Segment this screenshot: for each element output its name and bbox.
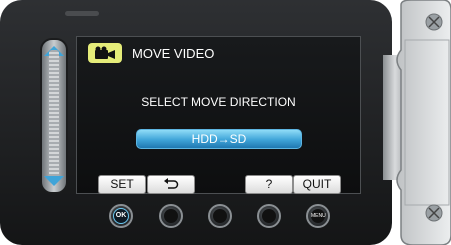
help-softkey[interactable]: ?	[245, 175, 293, 194]
hardware-button-3[interactable]	[208, 204, 232, 228]
lcd-hinge	[383, 0, 451, 245]
ok-button[interactable]: OK	[109, 204, 133, 228]
set-softkey[interactable]: SET	[98, 175, 146, 194]
hardware-button-2[interactable]	[159, 204, 183, 228]
lcd-screen: MOVE VIDEO SELECT MOVE DIRECTION HDD→SD	[76, 36, 361, 194]
touch-slider[interactable]	[40, 38, 68, 194]
back-softkey[interactable]	[147, 175, 195, 194]
slider-track	[49, 50, 59, 182]
quit-softkey[interactable]: QUIT	[293, 175, 341, 194]
hdd-to-sd-option[interactable]: HDD→SD	[136, 129, 302, 149]
menu-label: MENU	[311, 209, 326, 223]
ok-label: OK	[113, 208, 129, 224]
camcorder-body: MOVE VIDEO SELECT MOVE DIRECTION HDD→SD …	[0, 0, 392, 245]
return-arrow-icon	[164, 178, 179, 189]
slider-down-arrow-icon	[44, 176, 64, 186]
hardware-button-4[interactable]	[257, 204, 281, 228]
top-slot	[65, 11, 99, 16]
screen-title: MOVE VIDEO	[132, 46, 215, 61]
menu-button[interactable]: MENU	[306, 204, 330, 228]
video-camera-icon	[88, 43, 122, 63]
direction-prompt: SELECT MOVE DIRECTION	[141, 95, 296, 109]
